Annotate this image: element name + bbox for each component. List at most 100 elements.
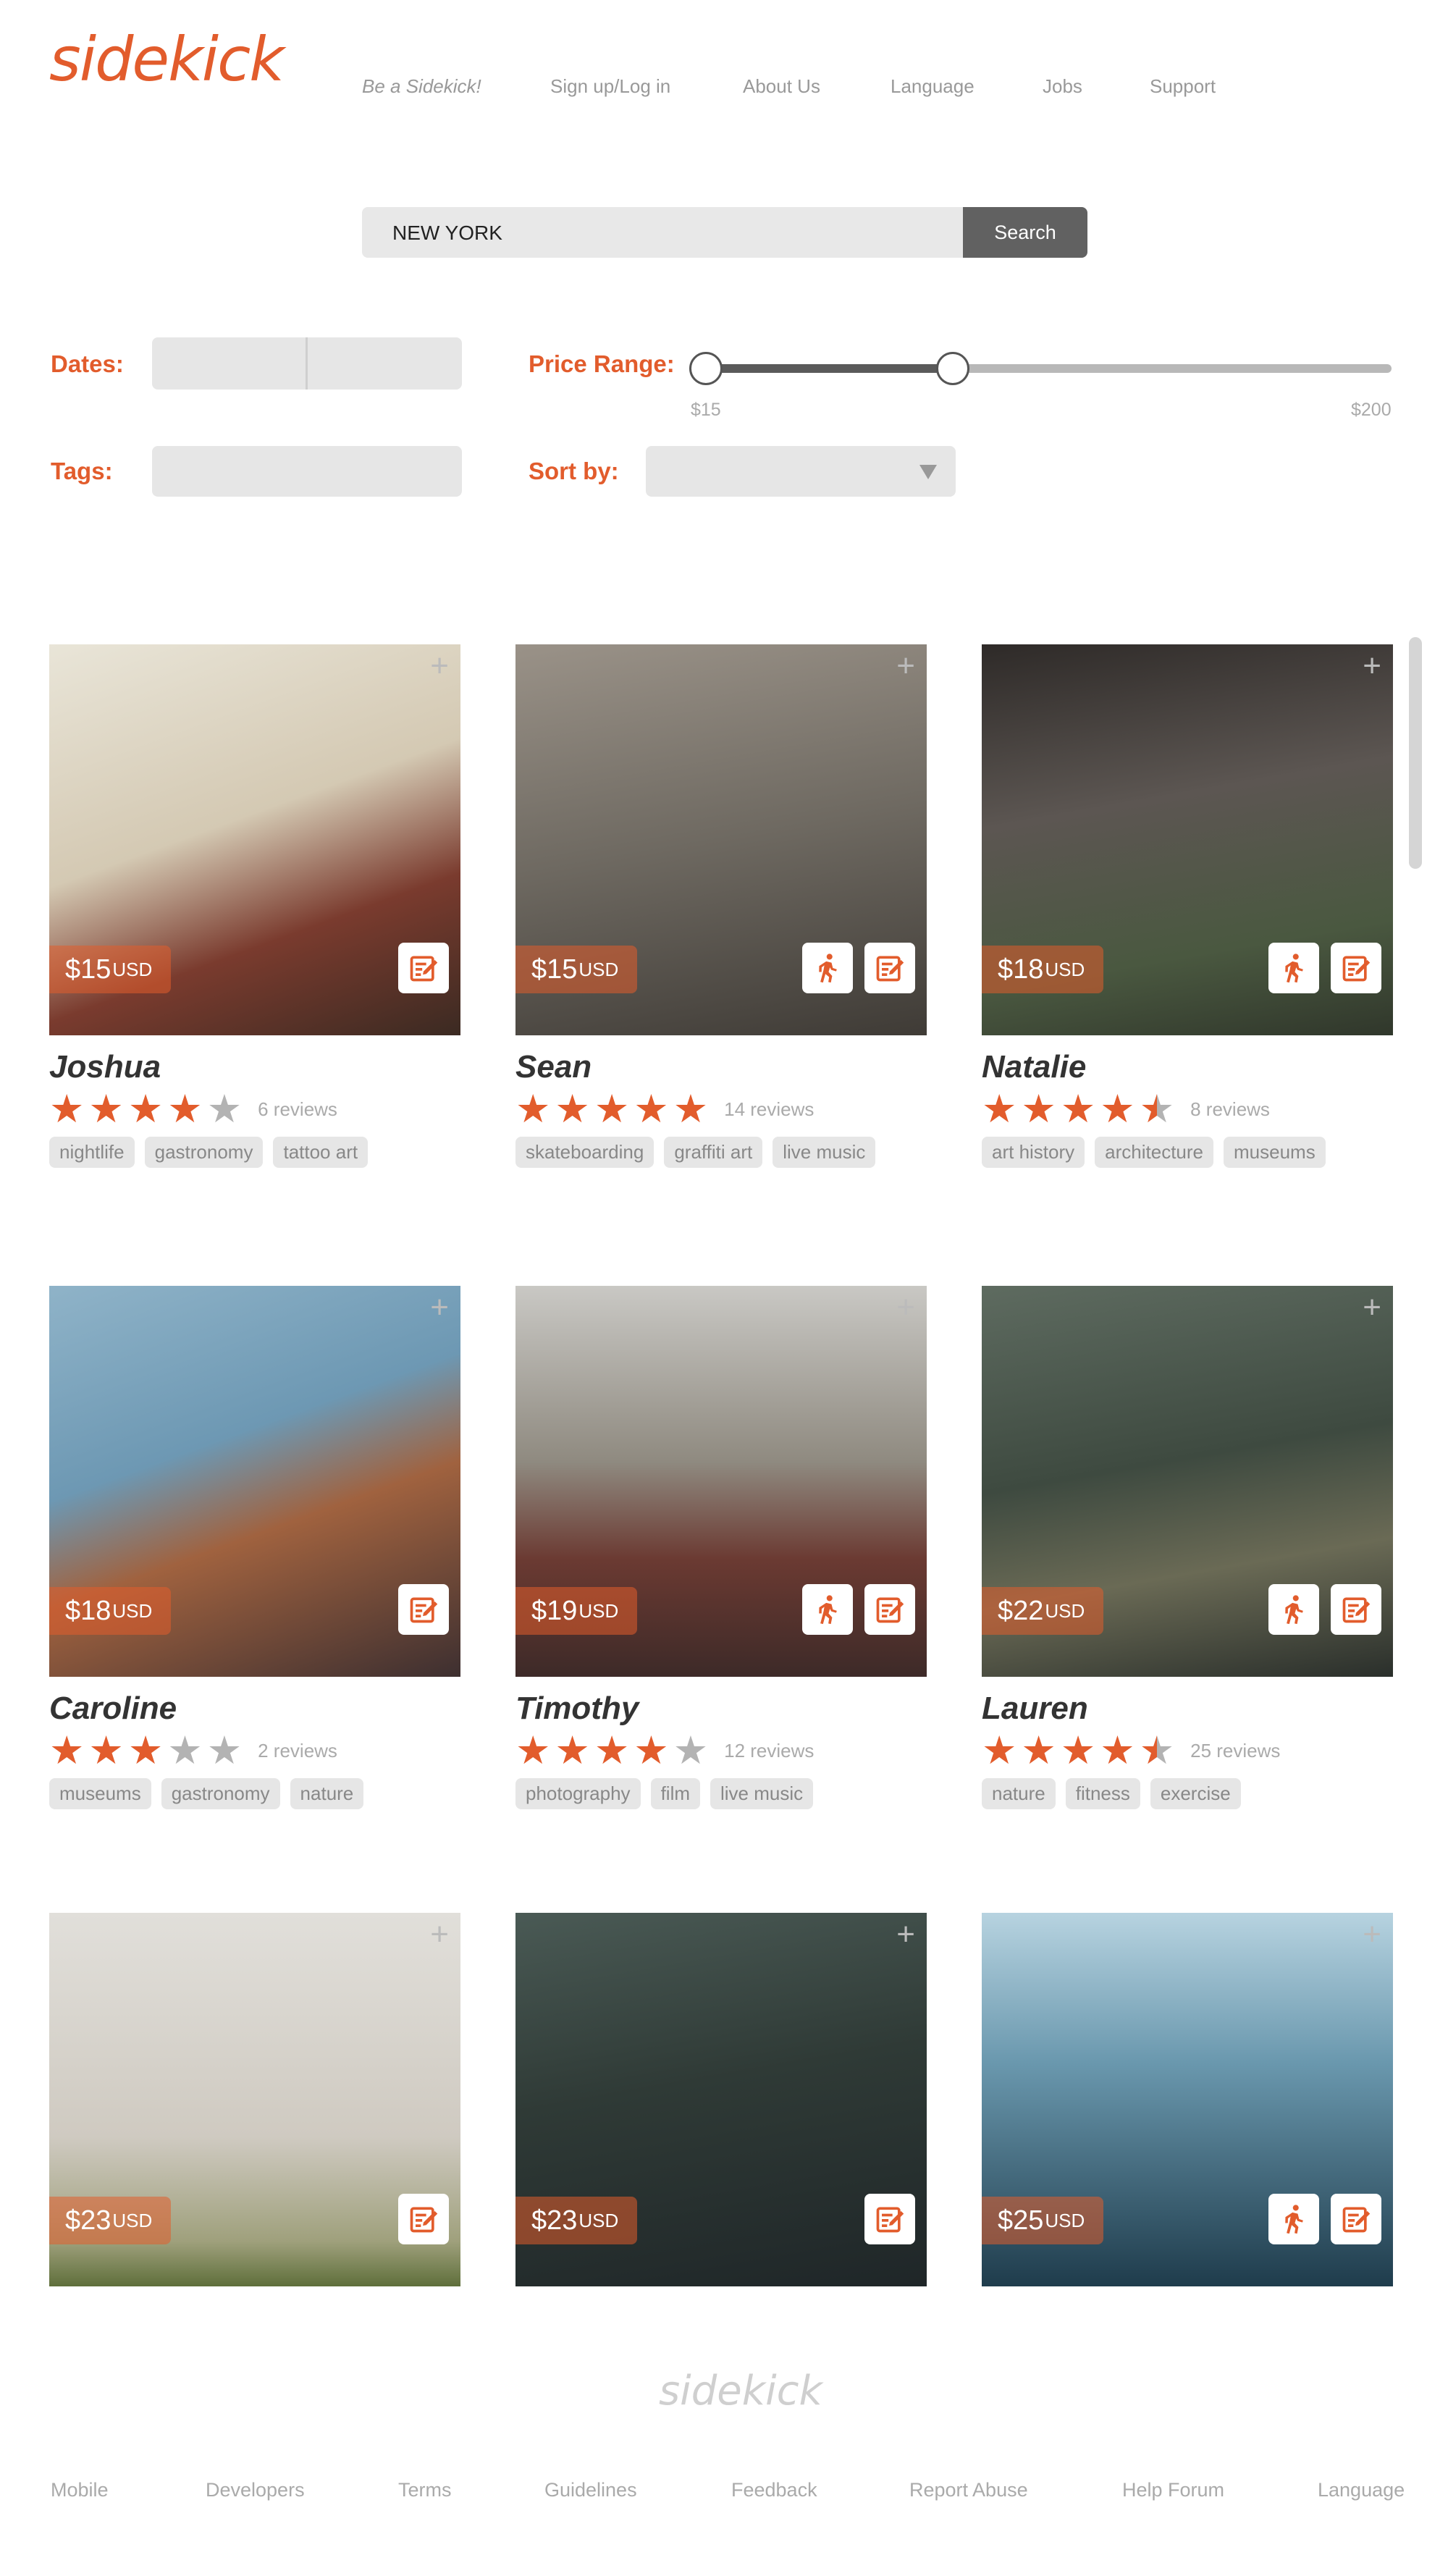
add-icon[interactable]: + — [896, 1292, 915, 1323]
profile-photo[interactable]: + $18 USD — [982, 644, 1393, 1035]
sidekick-card[interactable]: + $23 USD — [515, 1913, 927, 2286]
profile-photo[interactable]: + $23 USD — [49, 1913, 460, 2286]
price-badge: $18 USD — [982, 946, 1104, 993]
profile-photo[interactable]: + $18 USD — [49, 1286, 460, 1677]
notes-icon[interactable] — [1331, 1584, 1381, 1635]
sidekick-card[interactable]: + $15 USD Sean ★ ★ ★ ★ ★ 14 reviews skateboarding g… — [515, 644, 927, 1169]
logo[interactable]: sidekick — [49, 29, 285, 90]
scrollbar[interactable] — [1409, 637, 1422, 869]
tag[interactable]: nature — [290, 1778, 364, 1810]
review-count[interactable]: 14 reviews — [724, 1098, 814, 1121]
tag[interactable]: art history — [982, 1137, 1085, 1169]
profile-photo[interactable]: + $15 USD — [515, 644, 927, 1035]
notes-icon[interactable] — [398, 2194, 449, 2244]
footer-link-developers[interactable]: Developers — [206, 2479, 305, 2501]
tag[interactable]: gastronomy — [161, 1778, 280, 1810]
add-icon[interactable]: + — [430, 1292, 449, 1323]
nav-about-us[interactable]: About Us — [743, 75, 820, 98]
sidekick-card[interactable]: + $19 USD Timothy ★ ★ ★ ★ ★ 12 reviews photography… — [515, 1286, 927, 1810]
nav-language[interactable]: Language — [891, 75, 975, 98]
notes-icon[interactable] — [1331, 2194, 1381, 2244]
profile-photo[interactable]: + $19 USD — [515, 1286, 927, 1677]
search-input[interactable] — [391, 207, 959, 259]
notes-icon[interactable] — [864, 1584, 915, 1635]
footer-link-language[interactable]: Language — [1318, 2479, 1405, 2501]
nav-support[interactable]: Support — [1150, 75, 1216, 98]
hiking-icon[interactable] — [802, 943, 853, 993]
price-slider-min-handle[interactable] — [689, 352, 723, 385]
tag[interactable]: photography — [515, 1778, 641, 1810]
nav-signup-login[interactable]: Sign up/Log in — [550, 75, 670, 98]
sidekick-name[interactable]: Sean — [515, 1049, 927, 1085]
search-button[interactable]: Search — [963, 207, 1087, 258]
profile-photo[interactable]: + $25 USD — [982, 1913, 1393, 2286]
profile-photo[interactable]: + $22 USD — [982, 1286, 1393, 1677]
tag[interactable]: museums — [1224, 1137, 1326, 1169]
footer-link-terms[interactable]: Terms — [398, 2479, 452, 2501]
dates-field[interactable] — [152, 337, 462, 390]
footer-link-help-forum[interactable]: Help Forum — [1122, 2479, 1224, 2501]
sidekick-name[interactable]: Lauren — [982, 1691, 1393, 1726]
review-count[interactable]: 6 reviews — [258, 1098, 337, 1121]
review-count[interactable]: 12 reviews — [724, 1740, 814, 1762]
hiking-icon[interactable] — [1268, 2194, 1319, 2244]
tag[interactable]: nightlife — [49, 1137, 135, 1169]
tag[interactable]: fitness — [1065, 1778, 1140, 1810]
tag[interactable]: live music — [710, 1778, 814, 1810]
tag[interactable]: exercise — [1150, 1778, 1241, 1810]
notes-icon[interactable] — [864, 943, 915, 993]
footer-link-mobile[interactable]: Mobile — [51, 2479, 109, 2501]
notes-icon[interactable] — [398, 1584, 449, 1635]
add-icon[interactable]: + — [430, 650, 449, 682]
add-icon[interactable]: + — [1363, 1919, 1381, 1950]
sidekick-card[interactable]: + $25 USD — [982, 1913, 1393, 2286]
add-icon[interactable]: + — [896, 650, 915, 682]
nav-jobs[interactable]: Jobs — [1043, 75, 1082, 98]
tag[interactable]: film — [650, 1778, 700, 1810]
tag[interactable]: live music — [773, 1137, 876, 1169]
tag[interactable]: museums — [49, 1778, 151, 1810]
sidekick-name[interactable]: Joshua — [49, 1049, 460, 1085]
sidekick-card[interactable]: + $18 USD Caroline ★ ★ ★ ★ ★ 2 reviews museums gast… — [49, 1286, 460, 1810]
footer-logo[interactable]: sidekick — [659, 2367, 822, 2415]
sort-by-select[interactable] — [646, 446, 956, 497]
sidekick-name[interactable]: Natalie — [982, 1049, 1393, 1085]
footer-link-guidelines[interactable]: Guidelines — [544, 2479, 637, 2501]
review-count[interactable]: 25 reviews — [1190, 1740, 1280, 1762]
hiking-icon[interactable] — [802, 1584, 853, 1635]
add-icon[interactable]: + — [1363, 650, 1381, 682]
search-field[interactable] — [362, 207, 963, 259]
notes-icon[interactable] — [398, 943, 449, 993]
nav-be-a-sidekick[interactable]: Be a Sidekick! — [362, 75, 481, 98]
profile-photo[interactable]: + $23 USD — [515, 1913, 927, 2286]
tag[interactable]: skateboarding — [515, 1137, 654, 1169]
add-icon[interactable]: + — [1363, 1292, 1381, 1323]
tag[interactable]: architecture — [1095, 1137, 1213, 1169]
price-badge: $19 USD — [515, 1587, 638, 1635]
tag[interactable]: gastronomy — [144, 1137, 264, 1169]
notes-icon[interactable] — [1331, 943, 1381, 993]
sidekick-card[interactable]: + $18 USD Natalie ★ ★ ★ ★ ★ 8 reviews art history a… — [982, 644, 1393, 1169]
tags-field[interactable] — [152, 446, 462, 497]
price-amount: $25 — [998, 2205, 1044, 2236]
tag[interactable]: graffiti art — [664, 1137, 763, 1169]
add-icon[interactable]: + — [430, 1919, 449, 1950]
sidekick-name[interactable]: Caroline — [49, 1691, 460, 1726]
review-count[interactable]: 8 reviews — [1190, 1098, 1270, 1121]
hiking-icon[interactable] — [1268, 1584, 1319, 1635]
sidekick-card[interactable]: + $23 USD — [49, 1913, 460, 2286]
tag-list: skateboarding graffiti art live music — [515, 1137, 927, 1169]
footer-link-feedback[interactable]: Feedback — [731, 2479, 817, 2501]
review-count[interactable]: 2 reviews — [258, 1740, 337, 1762]
add-icon[interactable]: + — [896, 1919, 915, 1950]
profile-photo[interactable]: + $15 USD — [49, 644, 460, 1035]
footer-link-report-abuse[interactable]: Report Abuse — [909, 2479, 1028, 2501]
sidekick-name[interactable]: Timothy — [515, 1691, 927, 1726]
price-slider-max-handle[interactable] — [936, 352, 969, 385]
sidekick-card[interactable]: + $22 USD Lauren ★ ★ ★ ★ ★ 25 reviews nature fitnes… — [982, 1286, 1393, 1810]
sidekick-card[interactable]: + $15 USD Joshua ★ ★ ★ ★ ★ 6 reviews nightlife gast… — [49, 644, 460, 1169]
tag[interactable]: nature — [982, 1778, 1056, 1810]
notes-icon[interactable] — [864, 2194, 915, 2244]
tag[interactable]: tattoo art — [273, 1137, 369, 1169]
hiking-icon[interactable] — [1268, 943, 1319, 993]
